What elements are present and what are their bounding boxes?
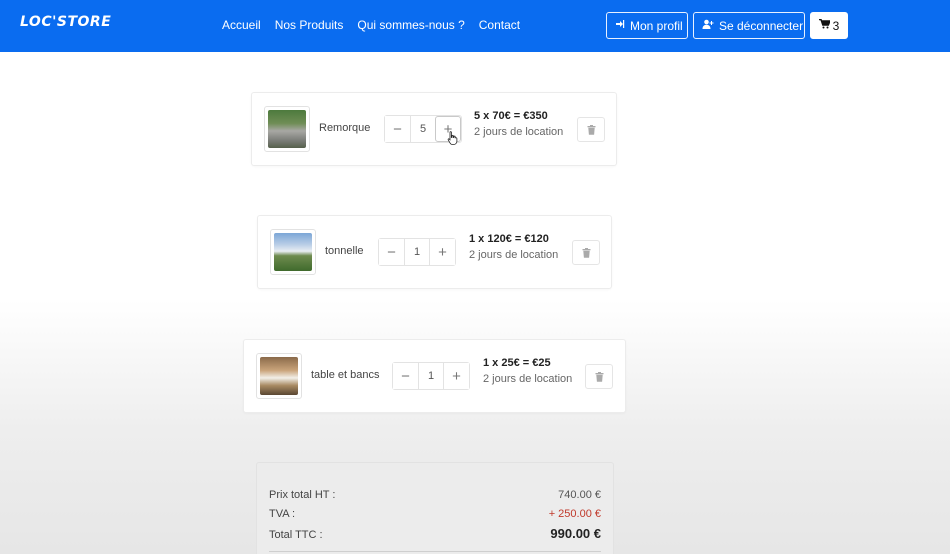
decrement-button[interactable]: − — [393, 363, 419, 389]
quantity-stepper: − 1 + — [378, 238, 456, 266]
tent-photo-icon — [274, 233, 312, 271]
nav-link-contact[interactable]: Contact — [479, 18, 520, 32]
profile-button[interactable]: Mon profil — [606, 12, 688, 39]
rental-duration: 2 jours de location — [483, 373, 573, 385]
item-price: 1 x 120€ = €120 2 jours de location — [469, 233, 558, 261]
price-calculation: 5 x 70€ = €350 — [474, 110, 548, 122]
item-price: 1 x 25€ = €25 2 jours de location — [483, 357, 572, 385]
tax-row: TVA : + 250.00 € — [269, 508, 601, 520]
quantity-value[interactable]: 1 — [419, 363, 443, 389]
trash-icon — [587, 124, 595, 135]
hand-cursor-icon — [447, 131, 458, 145]
quantity-stepper: − 1 + — [392, 362, 470, 390]
total-row: Total TTC : 990.00 € — [269, 526, 601, 541]
decrement-button[interactable]: − — [385, 116, 411, 142]
brand-logo[interactable]: LOC'STORE — [20, 14, 111, 30]
tax-value: + 250.00 € — [548, 508, 601, 520]
cart-icon — [818, 18, 831, 32]
remove-item-button[interactable] — [572, 240, 600, 265]
product-thumbnail — [256, 353, 302, 399]
remove-item-button[interactable] — [585, 364, 613, 389]
user-plus-icon — [702, 19, 714, 32]
item-name: tonnelle — [325, 245, 364, 257]
cart-item: tonnelle − 1 + 1 x 120€ = €120 2 jours d… — [257, 215, 612, 289]
item-name: table et bancs — [311, 369, 380, 381]
nav-link-produits[interactable]: Nos Produits — [275, 18, 344, 32]
cart-count: 3 — [832, 18, 840, 33]
remove-item-button[interactable] — [577, 117, 605, 142]
subtotal-row: Prix total HT : 740.00 € — [269, 489, 601, 501]
increment-button[interactable]: + — [443, 363, 469, 389]
item-name: Remorque — [319, 122, 371, 134]
price-calculation: 1 x 120€ = €120 — [469, 233, 549, 245]
cart-button[interactable]: 3 — [810, 12, 848, 39]
divider — [269, 551, 601, 552]
quantity-value[interactable]: 5 — [411, 116, 435, 142]
order-summary: Prix total HT : 740.00 € TVA : + 250.00 … — [256, 462, 614, 554]
total-label: Total TTC : — [269, 529, 323, 541]
nav-actions: Mon profil Se déconnecter 3 — [606, 12, 848, 39]
trailer-photo-icon — [268, 110, 306, 148]
subtotal-label: Prix total HT : — [269, 489, 336, 501]
cart-item: table et bancs − 1 + 1 x 25€ = €25 2 jou… — [243, 339, 626, 413]
price-calculation: 1 x 25€ = €25 — [483, 357, 551, 369]
tax-label: TVA : — [269, 508, 296, 520]
nav-link-about[interactable]: Qui sommes-nous ? — [357, 18, 464, 32]
table-photo-icon — [260, 357, 298, 395]
rental-duration: 2 jours de location — [474, 126, 564, 138]
cart-item: Remorque − 5 + 5 x 70€ = €350 2 jours de… — [251, 92, 617, 166]
sign-in-icon — [615, 19, 625, 32]
total-value: 990.00 € — [550, 526, 601, 541]
quantity-value[interactable]: 1 — [405, 239, 429, 265]
subtotal-value: 740.00 € — [558, 489, 601, 501]
rental-duration: 2 jours de location — [469, 249, 559, 261]
item-price: 5 x 70€ = €350 2 jours de location — [474, 110, 563, 138]
nav-link-accueil[interactable]: Accueil — [222, 18, 261, 32]
product-thumbnail — [264, 106, 310, 152]
profile-label: Mon profil — [630, 18, 683, 33]
logout-button[interactable]: Se déconnecter — [693, 12, 805, 39]
product-thumbnail — [270, 229, 316, 275]
logout-label: Se déconnecter — [719, 18, 804, 33]
decrement-button[interactable]: − — [379, 239, 405, 265]
navbar: LOC'STORE Accueil Nos Produits Qui somme… — [0, 0, 950, 52]
trash-icon — [595, 371, 603, 382]
increment-button[interactable]: + — [429, 239, 455, 265]
nav-links: Accueil Nos Produits Qui sommes-nous ? C… — [222, 18, 520, 32]
trash-icon — [582, 247, 590, 258]
